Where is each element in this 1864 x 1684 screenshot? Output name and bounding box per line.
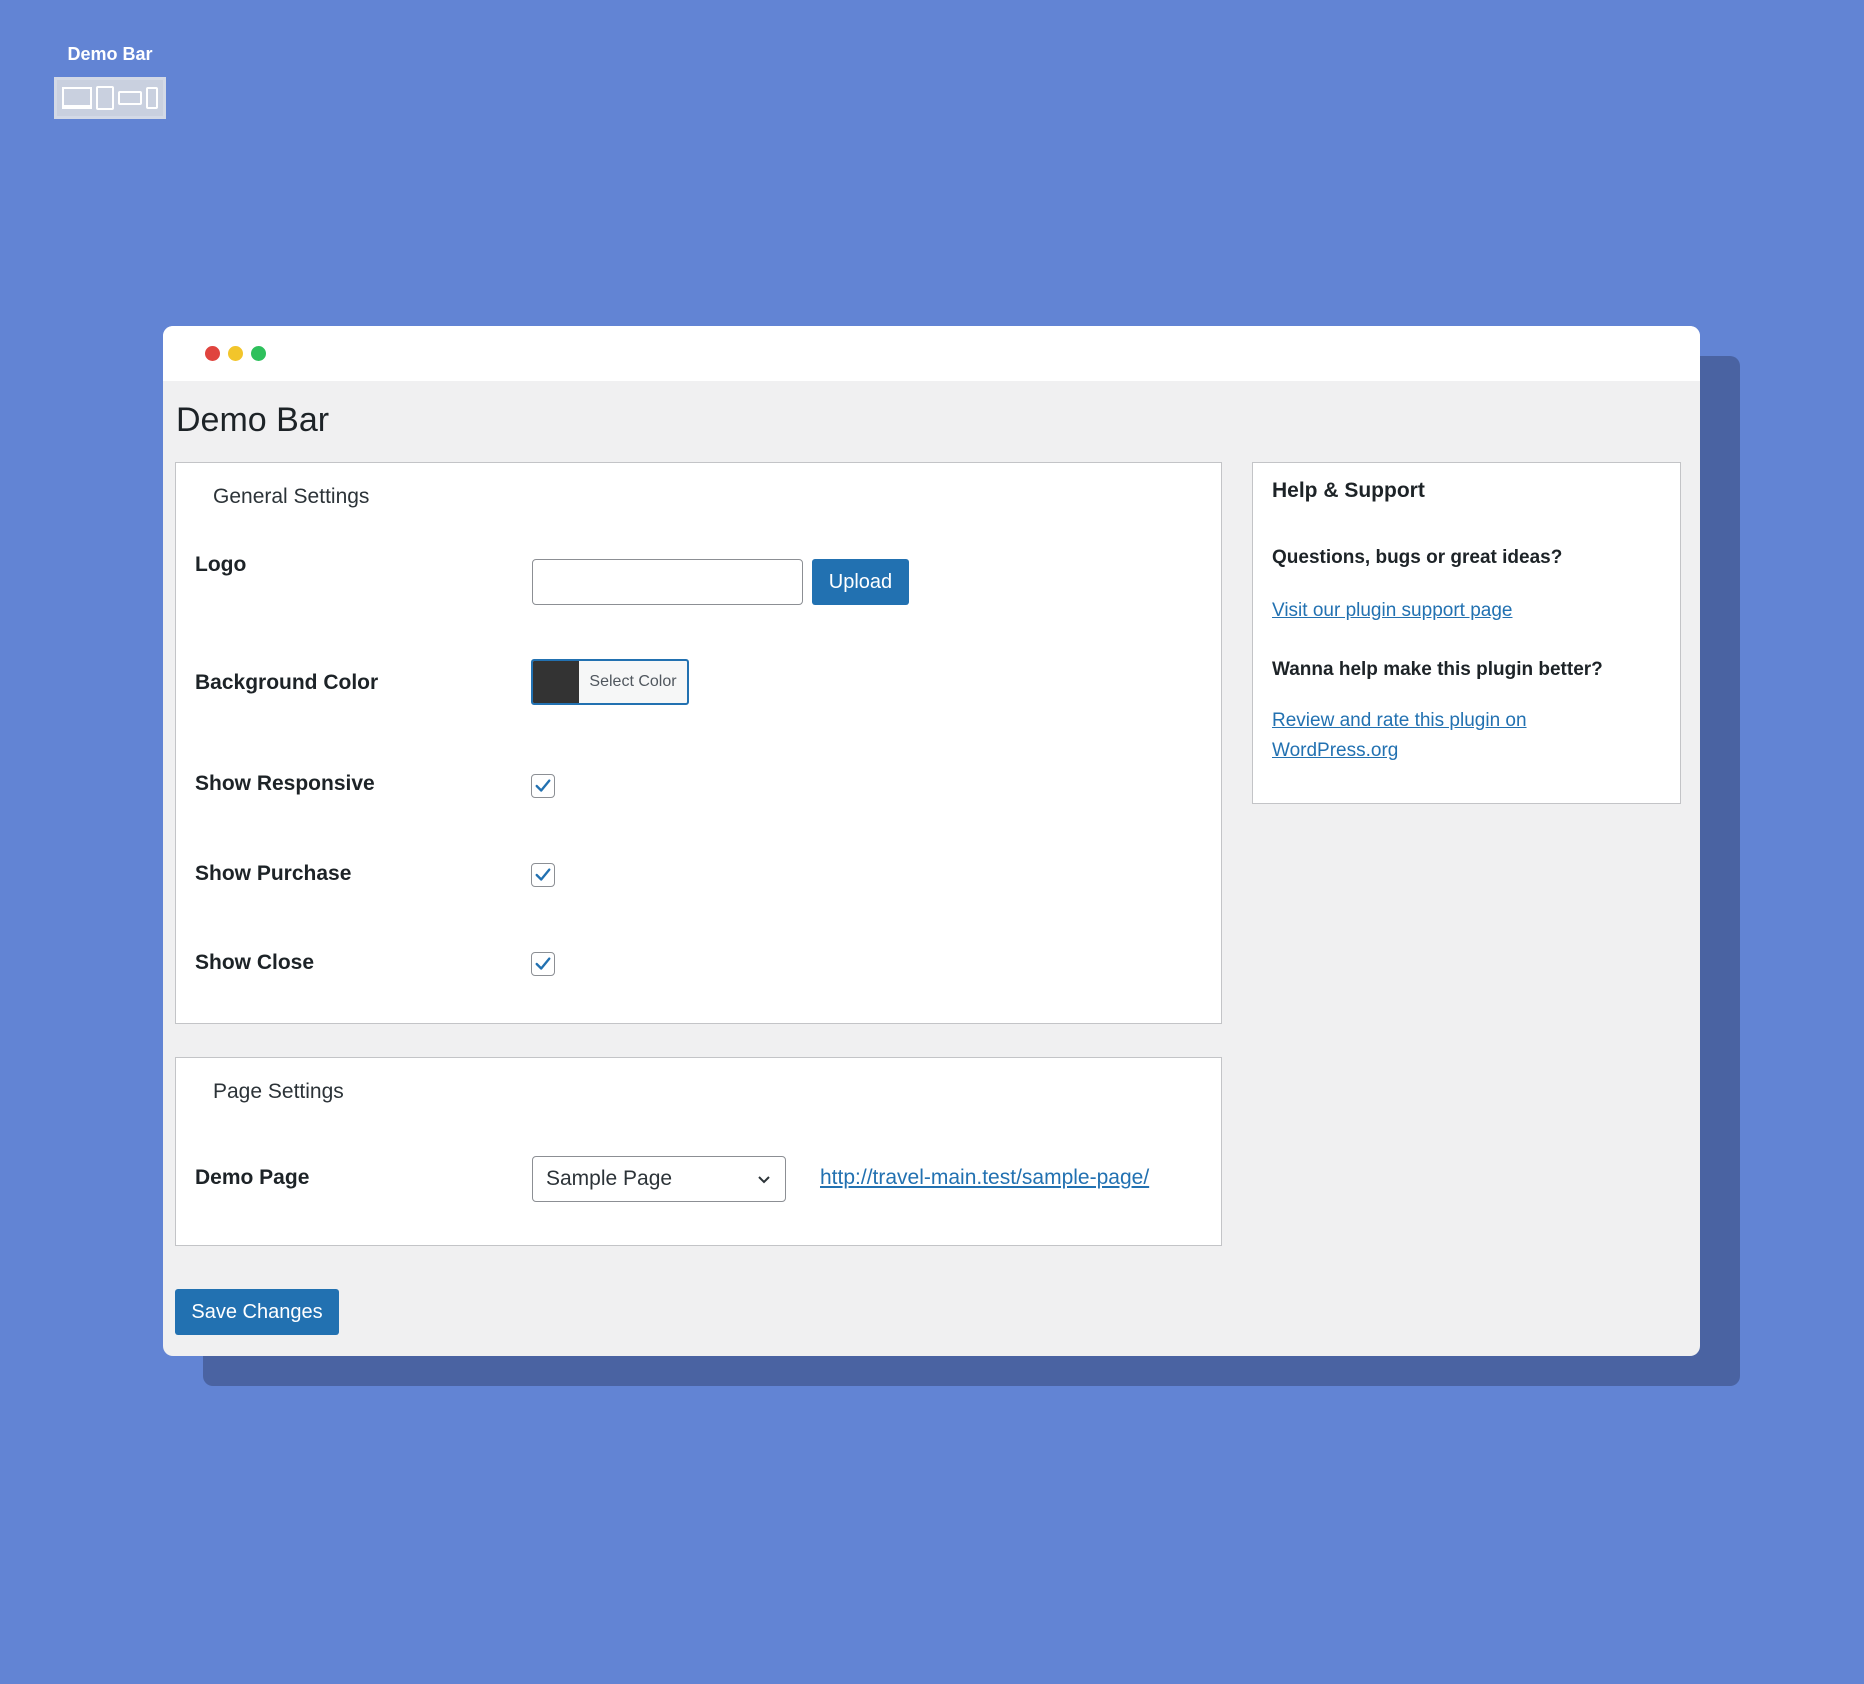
minimize-window-button[interactable] <box>228 346 243 361</box>
show-close-label: Show Close <box>195 951 315 974</box>
show-responsive-label: Show Responsive <box>195 772 375 795</box>
brand-title: Demo Bar <box>67 44 153 64</box>
demo-page-label: Demo Page <box>195 1166 310 1189</box>
chevron-down-icon <box>758 1176 770 1184</box>
help-support-panel: Help & Support Questions, bugs or great … <box>1252 462 1681 804</box>
demo-page-select[interactable]: Sample Page <box>532 1156 786 1202</box>
select-color-button[interactable]: Select Color <box>579 661 687 703</box>
desktop-icon <box>62 87 92 109</box>
phone-icon <box>146 87 158 109</box>
color-swatch <box>533 661 579 703</box>
logo-label: Logo <box>195 553 247 576</box>
help-improve-text: Wanna help make this plugin better? <box>1272 659 1603 680</box>
window-titlebar <box>163 326 1700 381</box>
show-purchase-label: Show Purchase <box>195 862 352 885</box>
maximize-window-button[interactable] <box>251 346 266 361</box>
show-responsive-checkbox[interactable] <box>531 774 555 798</box>
page-settings-legend: Page Settings <box>213 1080 344 1103</box>
show-purchase-checkbox[interactable] <box>531 863 555 887</box>
save-changes-button[interactable]: Save Changes <box>175 1289 339 1335</box>
brand: Demo Bar <box>52 44 168 119</box>
background-color-picker[interactable]: Select Color <box>531 659 689 705</box>
tablet-icon <box>96 86 114 110</box>
help-questions-text: Questions, bugs or great ideas? <box>1272 547 1563 568</box>
demo-page-url-link[interactable]: http://travel-main.test/sample-page/ <box>820 1166 1149 1190</box>
general-settings-legend: General Settings <box>213 485 370 508</box>
review-plugin-link[interactable]: Review and rate this plugin on WordPress… <box>1272 706 1572 766</box>
upload-button[interactable]: Upload <box>812 559 909 605</box>
browser-window: Demo Bar General Settings Logo Upload Ba… <box>163 326 1700 1356</box>
general-settings-panel: General Settings Logo Upload Background … <box>175 462 1222 1024</box>
background-color-label: Background Color <box>195 671 379 694</box>
tablet-landscape-icon <box>118 91 142 105</box>
close-window-button[interactable] <box>205 346 220 361</box>
checkmark-icon <box>535 868 551 881</box>
show-close-checkbox[interactable] <box>531 952 555 976</box>
page-title: Demo Bar <box>176 401 330 439</box>
page-settings-panel: Page Settings Demo Page Sample Page http… <box>175 1057 1222 1246</box>
help-support-title: Help & Support <box>1272 479 1425 502</box>
logo-input[interactable] <box>532 559 803 605</box>
checkmark-icon <box>535 779 551 792</box>
responsive-devices-icon <box>54 77 166 119</box>
demo-page-selected-value: Sample Page <box>546 1167 673 1190</box>
plugin-support-link[interactable]: Visit our plugin support page <box>1272 596 1572 626</box>
checkmark-icon <box>535 957 551 970</box>
